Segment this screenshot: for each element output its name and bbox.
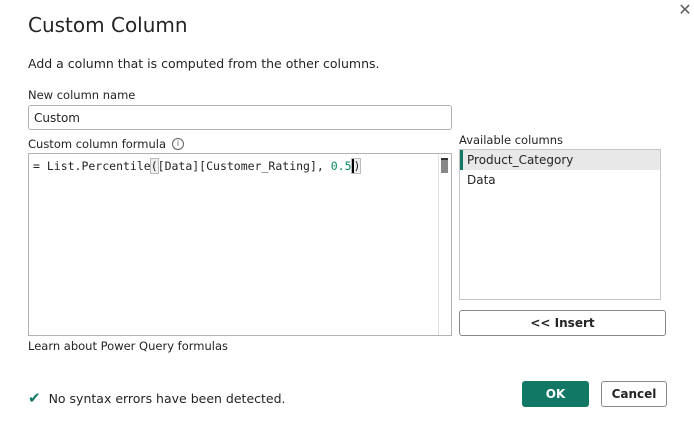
- formula-label-row: Custom column formula i: [28, 137, 184, 151]
- info-icon[interactable]: i: [172, 138, 184, 150]
- status-text: No syntax errors have been detected.: [49, 391, 286, 406]
- ok-button[interactable]: OK: [522, 381, 589, 407]
- dialog-title: Custom Column: [28, 13, 188, 37]
- learn-formulas-link[interactable]: Learn about Power Query formulas: [28, 339, 228, 353]
- formula-label: Custom column formula: [28, 137, 166, 151]
- cancel-button[interactable]: Cancel: [601, 381, 667, 407]
- formula-editor[interactable]: = List.Percentile([Data][Customer_Rating…: [28, 153, 452, 336]
- column-item-product-category[interactable]: Product_Category: [460, 150, 660, 170]
- new-column-name-input[interactable]: [28, 105, 452, 130]
- close-icon[interactable]: ✕: [676, 0, 694, 19]
- checkmark-icon: ✔: [28, 389, 41, 407]
- formula-code[interactable]: = List.Percentile([Data][Customer_Rating…: [33, 159, 360, 173]
- available-columns-list[interactable]: Product_Category Data: [459, 149, 661, 300]
- dialog-description: Add a column that is computed from the o…: [28, 56, 380, 71]
- insert-button[interactable]: << Insert: [459, 310, 666, 336]
- new-column-name-label: New column name: [28, 88, 135, 102]
- column-item-data[interactable]: Data: [460, 170, 660, 190]
- editor-scrollbar[interactable]: [438, 154, 451, 335]
- syntax-status: ✔ No syntax errors have been detected.: [28, 389, 286, 407]
- scroll-thumb[interactable]: [441, 158, 448, 173]
- available-columns-label: Available columns: [459, 133, 563, 147]
